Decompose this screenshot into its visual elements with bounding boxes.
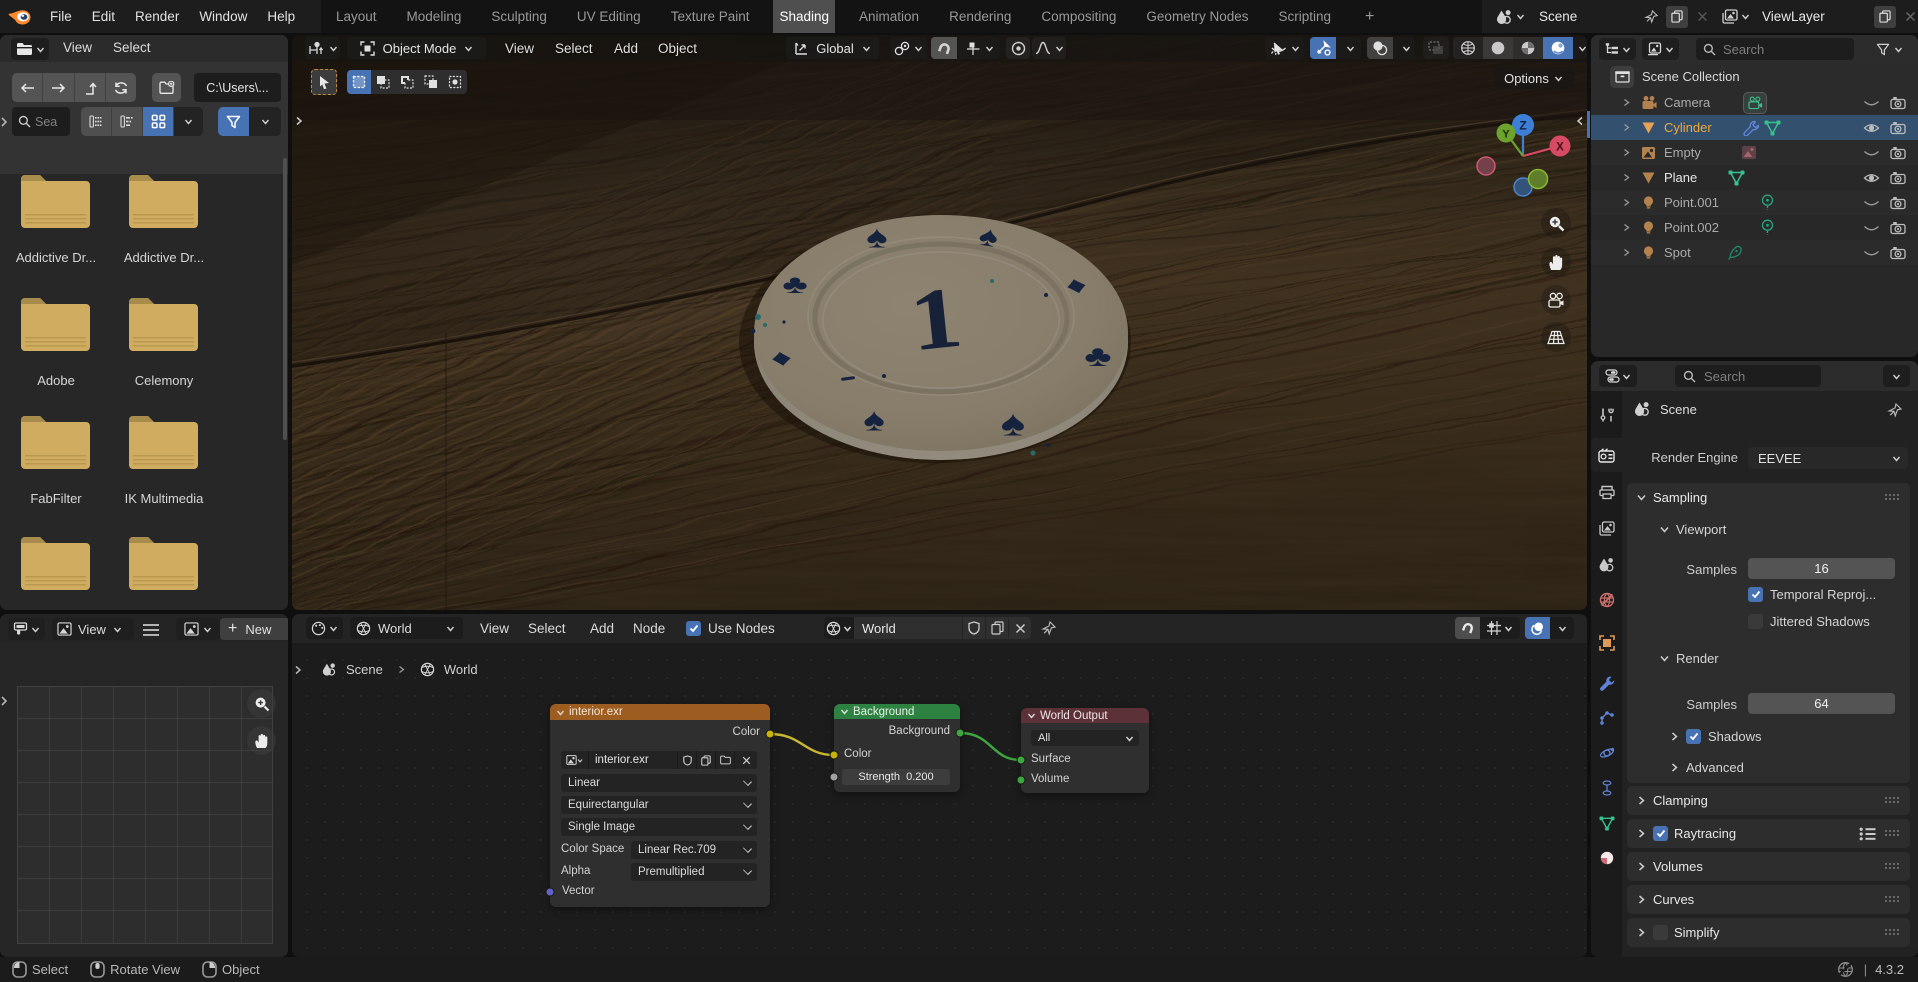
svg-text:♠: ♠	[1001, 402, 1026, 443]
svg-text:♠: ♠	[863, 401, 885, 437]
svg-text:♣: ♣	[1084, 339, 1111, 373]
svg-text:1: 1	[905, 268, 966, 370]
svg-text:Y: Y	[1502, 129, 1510, 141]
svg-text:X: X	[1556, 142, 1564, 154]
svg-text:♠: ♠	[866, 219, 888, 255]
svg-text:Z: Z	[1519, 119, 1526, 133]
svg-text:♣: ♣	[782, 270, 808, 299]
